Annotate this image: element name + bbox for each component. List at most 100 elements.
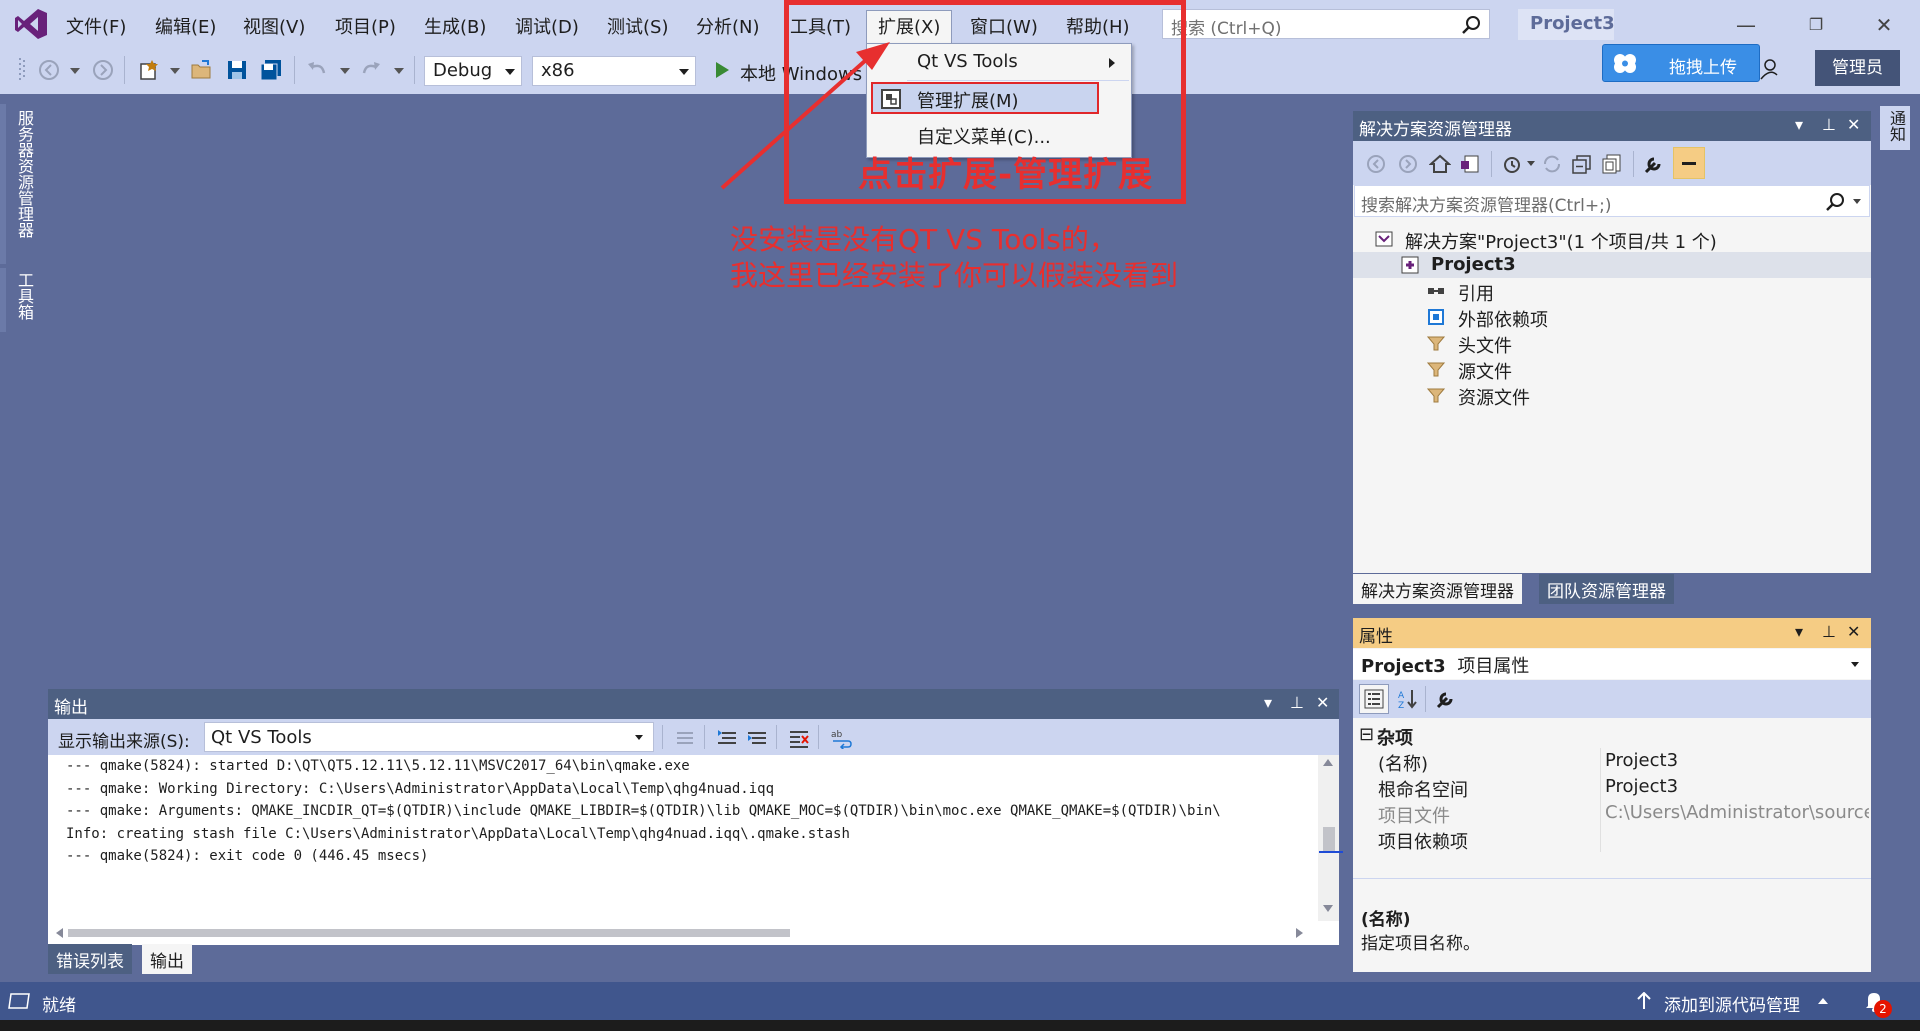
toolbar-grip-icon [19,58,25,80]
show-all-files-icon[interactable] [1601,153,1623,175]
close-icon[interactable]: ✕ [1847,622,1860,641]
toolbar-separator [1425,686,1426,712]
back-icon[interactable] [1365,153,1387,175]
undo-icon[interactable] [306,59,328,81]
open-folder-icon[interactable] [190,59,212,81]
chevron-down-icon[interactable]: ▾ [1264,693,1272,712]
output-source-select[interactable]: Qt VS Tools [204,722,654,752]
find-message-icon[interactable] [674,727,696,749]
tab-error-list[interactable]: 错误列表 [48,944,132,974]
tree-item-project[interactable]: Project3 [1353,252,1871,278]
new-project-icon[interactable] [138,59,160,81]
close-icon[interactable]: ✕ [1316,693,1329,712]
home-icon[interactable] [1429,153,1451,175]
tree-item-external-dependencies[interactable]: 外部依赖项 [1353,304,1871,331]
pin-icon[interactable]: ⊥ [1822,115,1836,134]
tab-team-explorer[interactable]: 团队资源管理器 [1539,574,1674,604]
back-icon[interactable] [38,59,60,81]
clear-all-icon[interactable] [788,727,810,749]
save-all-icon[interactable] [260,59,282,81]
scroll-left-icon[interactable] [56,928,63,938]
save-icon[interactable] [226,59,248,81]
menu-debug[interactable]: 调试(D) [515,13,579,39]
property-value[interactable]: Project3 [1605,750,1869,771]
pin-icon[interactable]: ⊥ [1822,622,1836,641]
property-pages-wrench-icon[interactable] [1435,688,1457,710]
properties-object-select[interactable]: Project3 项目属性 [1353,649,1871,679]
switch-views-icon[interactable] [1459,153,1481,175]
solution-explorer-search-input[interactable]: 搜索解决方案资源管理器(Ctrl+;) [1354,185,1870,217]
property-category[interactable]: ⊟ 杂项 [1353,722,1871,749]
forward-icon[interactable] [92,59,114,81]
redo-dropdown-icon[interactable] [394,68,404,74]
toolbox-tab[interactable]: 工具箱 [12,272,36,332]
menu-project[interactable]: 项目(P) [335,13,396,39]
chevron-down-icon[interactable] [1853,199,1861,204]
menu-file[interactable]: 文件(F) [66,13,126,39]
close-icon[interactable]: ✕ [1864,10,1904,40]
start-debugging-icon[interactable] [716,62,729,78]
collapse-all-icon[interactable] [1571,153,1593,175]
preview-selected-items-button[interactable] [1673,147,1705,179]
word-wrap-icon[interactable]: ab [830,727,852,749]
sync-icon[interactable] [1541,153,1563,175]
property-value[interactable]: Project3 [1605,776,1869,797]
chevron-down-icon[interactable]: ▾ [1795,115,1803,134]
back-dropdown-icon[interactable] [70,68,80,74]
tree-item-source-files[interactable]: 源文件 [1353,356,1871,383]
property-row[interactable]: (名称) Project3 [1353,748,1871,775]
tree-item-solution[interactable]: 解决方案"Project3"(1 个项目/共 1 个) [1353,226,1871,253]
restore-icon[interactable]: ❐ [1796,10,1836,40]
upload-widget[interactable]: 拖拽上传 [1602,44,1760,82]
tree-item-references[interactable]: 引用 [1353,278,1871,305]
notifications-tab[interactable]: 通知 [1884,110,1908,150]
solution-platform-select[interactable]: x86 [532,56,696,86]
pending-changes-filter-icon[interactable] [1501,153,1523,175]
pin-icon[interactable]: ⊥ [1290,693,1304,712]
output-text[interactable]: --- qmake(5824): started D:\QT\QT5.12.11… [48,755,1318,921]
scroll-down-icon[interactable] [1323,905,1333,912]
scroll-caret-marker [1319,851,1343,853]
menu-edit[interactable]: 编辑(E) [155,13,216,39]
scroll-right-icon[interactable] [1296,928,1303,938]
chevron-down-icon[interactable] [1527,161,1535,166]
scrollbar-thumb[interactable] [68,929,790,937]
feedback-user-icon[interactable] [1760,58,1782,80]
tree-item-header-files[interactable]: 头文件 [1353,330,1871,357]
new-dropdown-icon[interactable] [170,68,180,74]
menu-analyze[interactable]: 分析(N) [696,13,760,39]
alphabetical-sort-icon[interactable]: AZ [1397,688,1419,710]
previous-message-icon[interactable] [716,727,738,749]
solution-configuration-select[interactable]: Debug [424,56,522,86]
undo-dropdown-icon[interactable] [340,68,350,74]
menu-view[interactable]: 视图(V) [243,13,305,39]
account-button[interactable]: 管理员 [1815,50,1900,86]
vertical-scrollbar[interactable] [1318,755,1343,921]
tab-output[interactable]: 输出 [142,944,192,974]
forward-icon[interactable] [1397,153,1419,175]
tree-item-resource-files[interactable]: 资源文件 [1353,382,1871,409]
close-icon[interactable]: ✕ [1847,115,1860,134]
server-explorer-tab[interactable]: 服务器资源管理器 [12,110,36,260]
menu-build[interactable]: 生成(B) [424,13,486,39]
horizontal-scrollbar[interactable] [48,921,1339,945]
quick-launch-search-input[interactable]: 搜索 (Ctrl+Q) [1162,9,1490,39]
properties-wrench-icon[interactable] [1643,153,1665,175]
redo-icon[interactable] [360,59,382,81]
visual-studio-logo-icon [15,9,47,39]
collapse-icon[interactable]: ⊟ [1359,724,1374,745]
tab-solution-explorer[interactable]: 解决方案资源管理器 [1353,574,1522,604]
categorized-button[interactable] [1359,684,1389,714]
menu-test[interactable]: 测试(S) [607,13,668,39]
add-to-source-control-button[interactable]: 添加到源代码管理 [1664,991,1800,1016]
scrollbar-thumb[interactable] [1323,827,1335,851]
scroll-up-icon[interactable] [1323,759,1333,766]
property-value[interactable]: C:\Users\Administrator\source\ [1605,802,1869,823]
chevron-up-icon[interactable] [1818,998,1828,1004]
chevron-down-icon[interactable]: ▾ [1795,622,1803,641]
property-row[interactable]: 项目文件 C:\Users\Administrator\source\ [1353,800,1871,827]
next-message-icon[interactable] [746,727,768,749]
property-row[interactable]: 项目依赖项 [1353,826,1871,853]
minimize-icon[interactable]: — [1726,10,1766,40]
property-row[interactable]: 根命名空间 Project3 [1353,774,1871,801]
